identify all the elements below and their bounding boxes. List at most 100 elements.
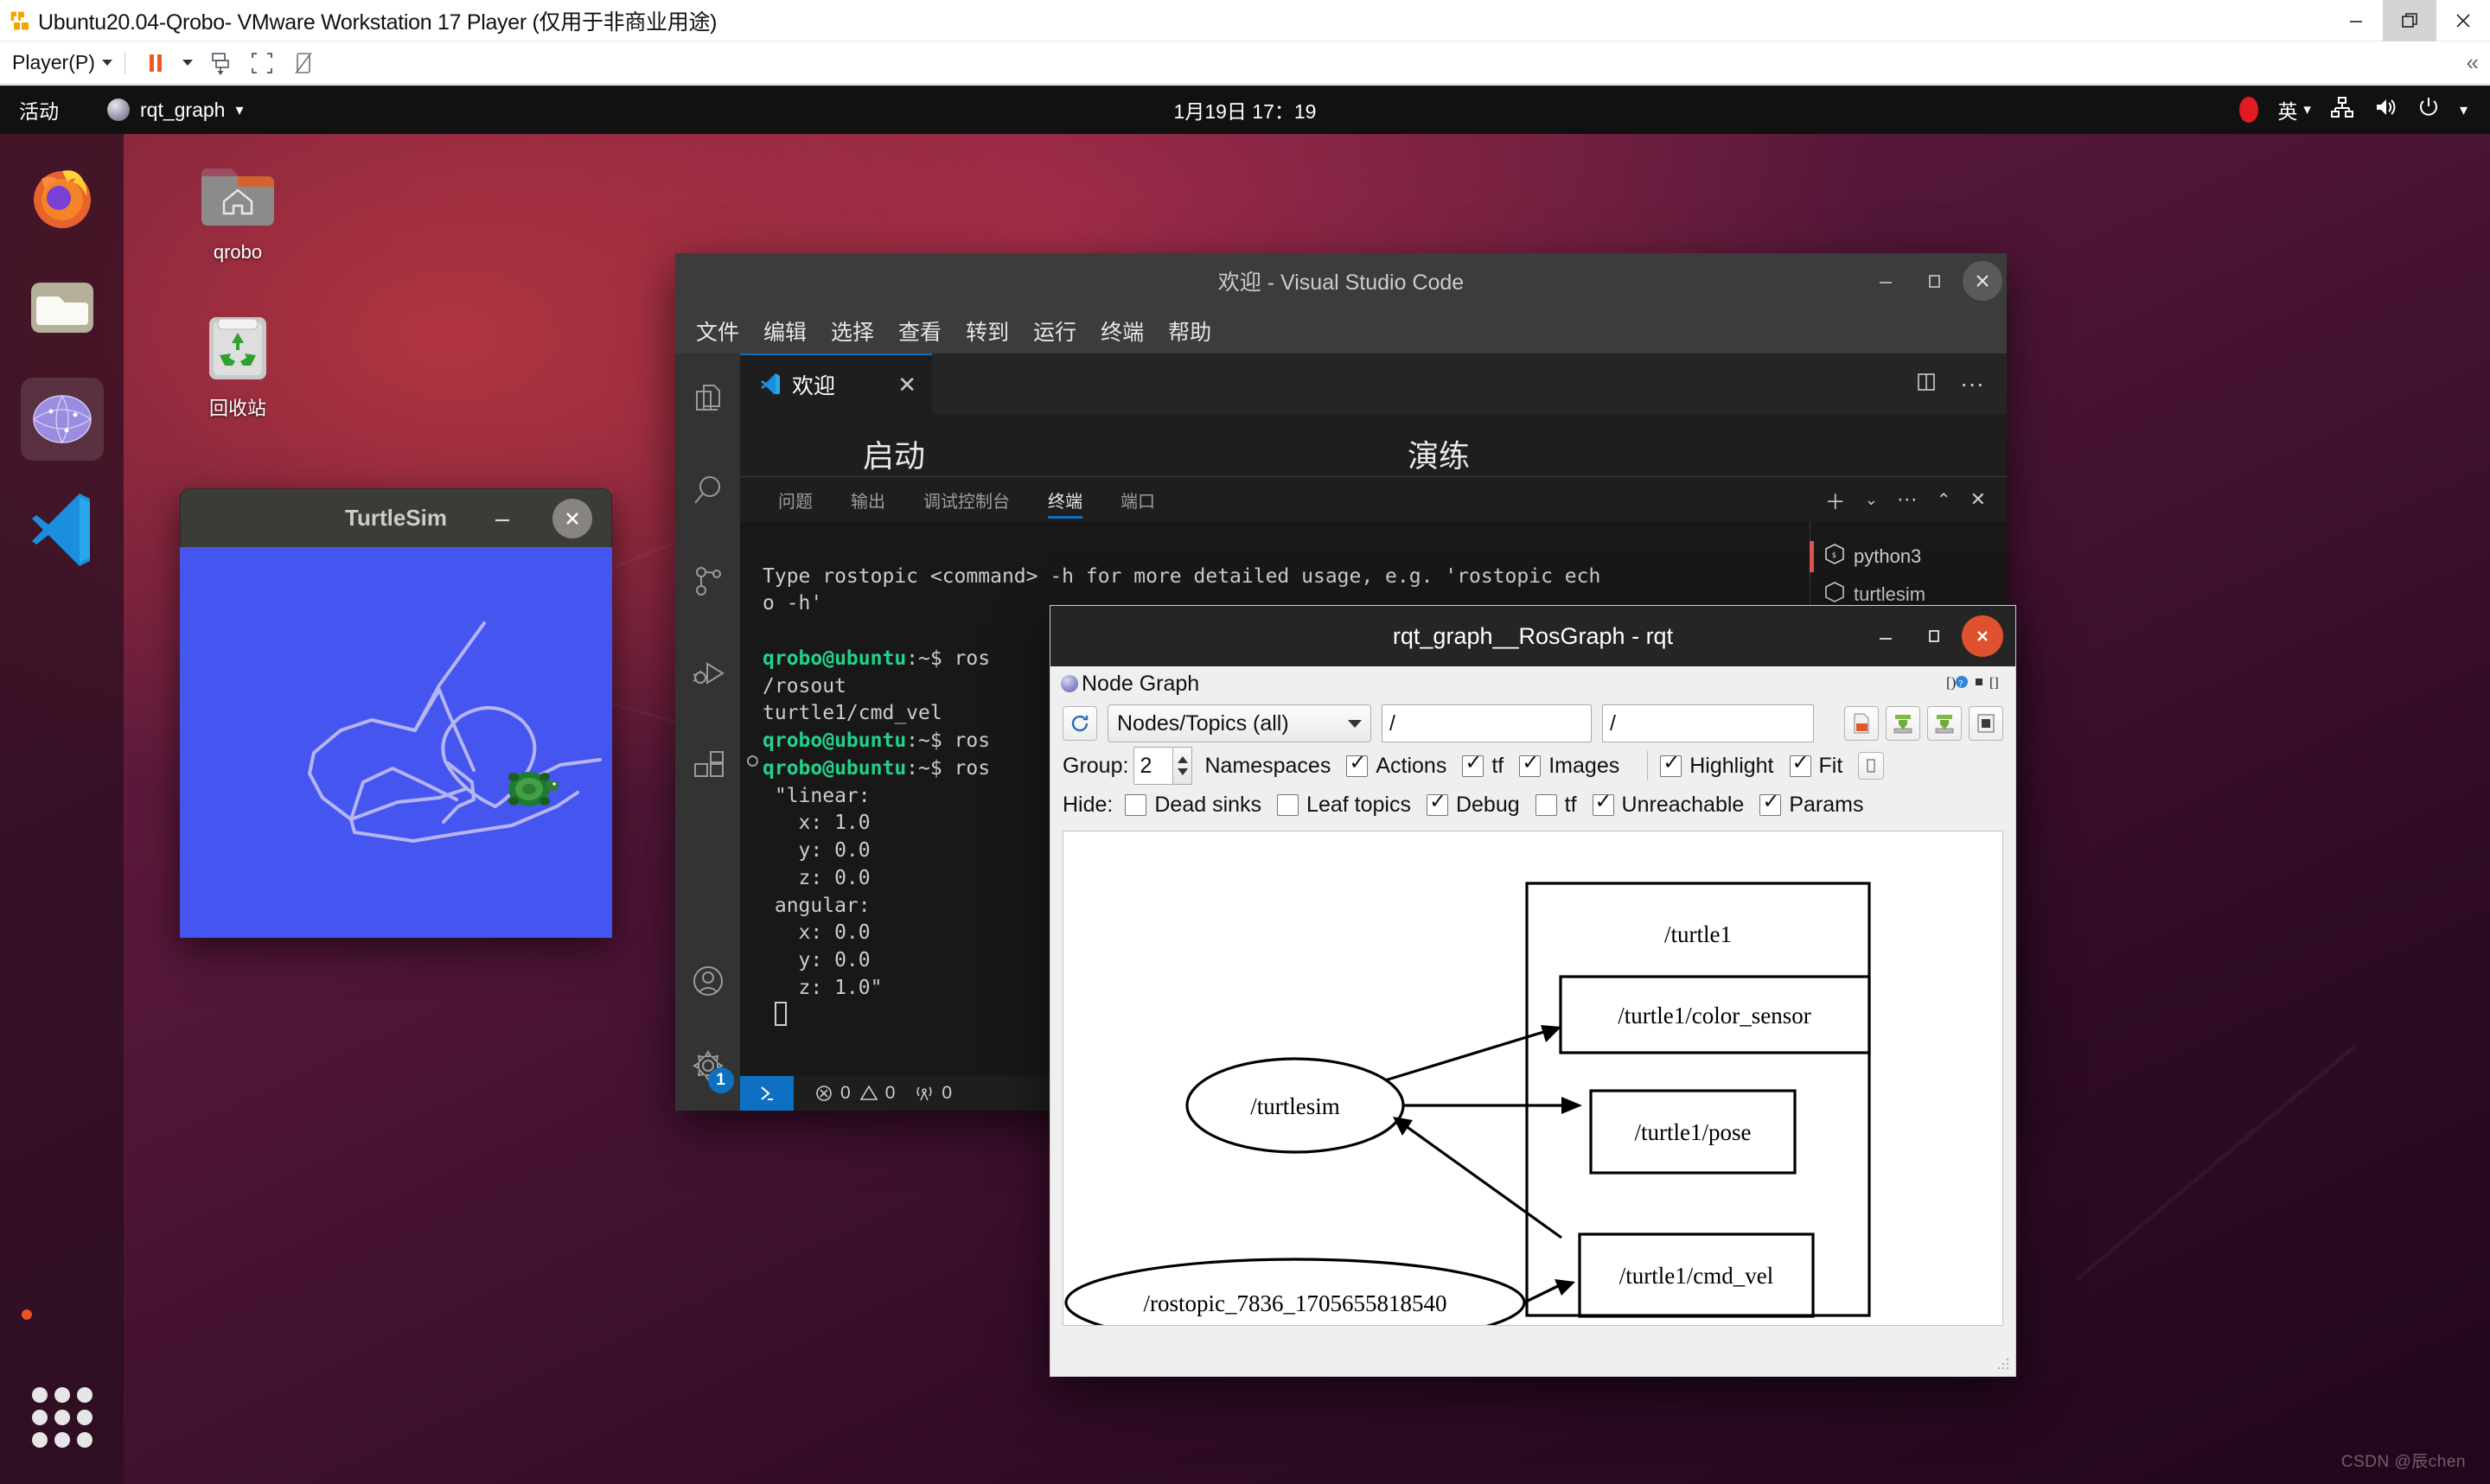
dock-item-rqt-graph[interactable]	[20, 378, 104, 461]
refresh-icon[interactable]	[1063, 706, 1097, 741]
pause-button[interactable]	[137, 46, 174, 80]
vmware-close-button[interactable]	[2436, 0, 2490, 41]
vscode-titlebar[interactable]: 欢迎 - Visual Studio Code	[675, 253, 2007, 309]
spin-down-icon[interactable]	[1177, 768, 1188, 775]
status-warnings[interactable]: 0	[859, 1083, 895, 1104]
maximize-panel-icon[interactable]: ⌃	[1937, 489, 1951, 511]
menu-help[interactable]: 帮助	[1159, 312, 1220, 350]
desktop-icon-home[interactable]: qrobo	[164, 156, 311, 264]
hide-tf-checkbox-group[interactable]: tf	[1535, 793, 1577, 818]
panel-tab-ports[interactable]: 端口	[1101, 477, 1174, 522]
turtlesim-minimize-button[interactable]	[485, 501, 520, 536]
images-checkbox[interactable]	[1519, 753, 1542, 777]
spin-up-icon[interactable]	[1177, 756, 1188, 763]
hide-tf-checkbox[interactable]	[1535, 793, 1557, 816]
more-actions-icon[interactable]: ···	[1897, 489, 1918, 510]
fullscreen-button[interactable]	[243, 46, 281, 80]
group-spinbox-arrows[interactable]	[1173, 747, 1193, 785]
topbar-clock[interactable]: 1月19日 17：19	[1174, 95, 1317, 124]
activity-source-control[interactable]	[686, 559, 731, 604]
panel-tab-terminal[interactable]: 终端	[1029, 477, 1101, 522]
menu-terminal[interactable]: 终端	[1092, 312, 1152, 350]
images-checkbox-group[interactable]: Images	[1519, 753, 1619, 779]
send-ctrl-alt-del-button[interactable]	[201, 46, 239, 80]
close-icon[interactable]: ✕	[897, 372, 916, 398]
vmware-restore-button[interactable]	[2383, 0, 2436, 41]
pin-icon[interactable]	[1858, 752, 1885, 780]
tab-welcome[interactable]: 欢迎 ✕	[740, 353, 932, 414]
menu-file[interactable]: 文件	[687, 312, 748, 350]
split-editor-icon[interactable]	[1915, 371, 1938, 398]
namespaces-checkbox-group[interactable]: Namespaces	[1204, 754, 1331, 779]
activity-settings[interactable]: 1	[686, 1043, 734, 1093]
activity-account[interactable]	[686, 959, 731, 1003]
dock-item-vscode[interactable]	[21, 488, 104, 571]
unreachable-checkbox[interactable]	[1592, 792, 1614, 816]
save-dot-button[interactable]	[1844, 706, 1879, 741]
activity-run-debug[interactable]	[686, 651, 731, 696]
params-checkbox[interactable]	[1759, 792, 1782, 816]
turtlesim-titlebar[interactable]: TurtleSim	[180, 488, 612, 547]
fit-checkbox-group[interactable]: Fit	[1789, 753, 1842, 779]
turtlesim-close-button[interactable]	[552, 498, 592, 538]
panel-tab-problems[interactable]: 问题	[759, 477, 832, 522]
save-as-svg-button[interactable]	[1927, 706, 1962, 741]
topbar-app-menu[interactable]: rqt_graph ▾	[107, 99, 244, 122]
dead-sinks-checkbox-group[interactable]: Dead sinks	[1125, 793, 1261, 818]
group-spinbox[interactable]: 2	[1133, 747, 1174, 785]
float-icon[interactable]	[1974, 676, 1984, 691]
add-terminal-icon[interactable]: ＋	[1825, 485, 1846, 515]
help-icon[interactable]: [) ?	[1946, 672, 1969, 696]
close-panel-icon[interactable]: ✕	[1970, 488, 1986, 511]
rqt-titlebar[interactable]: rqt_graph__RosGraph - rqt	[1050, 606, 2015, 666]
panel-tab-debug-console[interactable]: 调试控制台	[904, 477, 1029, 522]
chevron-down-icon[interactable]: ▾	[2460, 101, 2468, 119]
activity-extensions[interactable]	[686, 742, 731, 787]
show-applications-button[interactable]	[32, 1387, 93, 1448]
menu-run[interactable]: 运行	[1025, 312, 1085, 350]
dead-sinks-checkbox[interactable]	[1125, 793, 1147, 816]
power-icon[interactable]	[2417, 95, 2441, 124]
input-method-indicator[interactable]: 英 ▾	[2277, 95, 2311, 124]
tf-checkbox-group[interactable]: tf	[1462, 753, 1504, 779]
activity-explorer[interactable]	[686, 376, 731, 421]
pause-dropdown-button[interactable]	[177, 46, 198, 80]
params-checkbox-group[interactable]: Params	[1759, 792, 1863, 818]
activity-search[interactable]	[686, 468, 731, 513]
resize-grip[interactable]	[1996, 1357, 2010, 1371]
menu-edit[interactable]: 编辑	[755, 312, 815, 350]
extra-filter-input[interactable]: /	[1602, 704, 1814, 742]
unity-mode-button[interactable]	[284, 46, 322, 80]
dock-item-firefox[interactable]	[21, 156, 104, 239]
tf-checkbox[interactable]	[1462, 753, 1484, 777]
record-indicator-icon[interactable]	[2239, 97, 2259, 123]
menu-go[interactable]: 转到	[957, 312, 1018, 350]
leaf-topics-checkbox-group[interactable]: Leaf topics	[1277, 793, 1411, 818]
highlight-checkbox[interactable]	[1660, 753, 1682, 777]
close-icon[interactable]: []	[1989, 673, 2005, 695]
actions-checkbox[interactable]	[1346, 753, 1369, 777]
leaf-topics-checkbox[interactable]	[1277, 793, 1299, 816]
vmware-minimize-button[interactable]	[2329, 0, 2383, 41]
debug-checkbox-group[interactable]: Debug	[1426, 792, 1520, 818]
remote-window-icon[interactable]	[740, 1076, 794, 1111]
network-icon[interactable]	[2330, 95, 2354, 124]
save-as-image-button[interactable]	[1886, 706, 1920, 741]
chevron-down-icon[interactable]: ⌄	[1865, 491, 1878, 509]
fit-checkbox[interactable]	[1789, 753, 1811, 777]
panel-tab-output[interactable]: 输出	[832, 477, 904, 522]
debug-checkbox[interactable]	[1426, 792, 1448, 816]
more-actions-icon[interactable]: ···	[1960, 372, 1984, 396]
status-radio-tower[interactable]: 0	[914, 1083, 952, 1104]
menu-view[interactable]: 查看	[890, 312, 950, 350]
unreachable-checkbox-group[interactable]: Unreachable	[1592, 792, 1744, 818]
node-filter-select[interactable]: Nodes/Topics (all)	[1108, 704, 1371, 742]
terminal-tab-python3[interactable]: $ python3	[1810, 538, 2007, 576]
topic-filter-input[interactable]: /	[1382, 704, 1592, 742]
status-errors[interactable]: 0	[814, 1083, 851, 1104]
menu-selection[interactable]: 选择	[822, 312, 883, 350]
turtlesim-canvas[interactable]	[180, 547, 612, 938]
activities-button[interactable]: 活动	[19, 95, 59, 124]
desktop-icon-trash[interactable]: 回收站	[164, 309, 311, 421]
collapse-toolbar-button[interactable]: «	[2467, 49, 2480, 76]
